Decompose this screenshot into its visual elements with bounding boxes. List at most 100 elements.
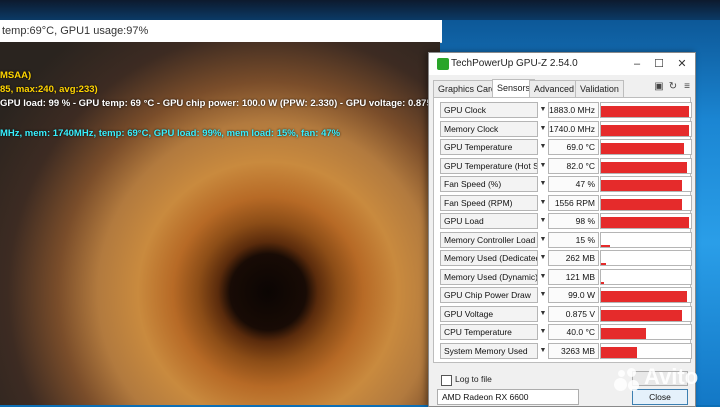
sensor-graph-fill xyxy=(601,281,604,284)
sensor-value: 99.0 W xyxy=(548,287,599,303)
benchmark-window: temp:69°C, GPU1 usage:97% MSAA) 85, max:… xyxy=(0,20,442,405)
sensor-graph xyxy=(600,268,692,285)
refresh-icon[interactable]: ↻ xyxy=(668,82,678,92)
chevron-down-icon[interactable]: ▼ xyxy=(538,287,548,303)
sensor-graph xyxy=(600,157,692,174)
sensor-label[interactable]: GPU Voltage xyxy=(440,305,538,322)
sensor-graph xyxy=(600,250,692,266)
sensor-row: Memory Used (Dedicated) ▼ 262 MB xyxy=(440,250,692,266)
sensor-value: 15 % xyxy=(548,231,599,248)
sensor-label[interactable]: Memory Used (Dedicated) xyxy=(440,250,538,266)
sensor-label[interactable]: Memory Clock xyxy=(440,120,538,137)
sensor-graph-fill xyxy=(601,217,690,228)
sensor-graph-fill xyxy=(601,198,682,210)
chevron-down-icon[interactable]: ▼ xyxy=(538,139,548,155)
chevron-down-icon[interactable]: ▼ xyxy=(538,121,548,137)
chevron-down-icon[interactable]: ▼ xyxy=(538,213,548,229)
sensor-graph-fill xyxy=(601,143,684,154)
menu-icon[interactable]: ≡ xyxy=(682,82,692,92)
sensor-value: 3263 MB xyxy=(548,342,599,359)
sensor-row: System Memory Used ▼ 3263 MB xyxy=(440,342,692,359)
close-icon[interactable]: ✕ xyxy=(670,53,694,75)
chevron-down-icon[interactable]: ▼ xyxy=(538,102,548,118)
gpuz-app-icon xyxy=(437,58,449,70)
chevron-down-icon[interactable]: ▼ xyxy=(538,306,548,322)
sensor-label[interactable]: Fan Speed (%) xyxy=(440,176,538,192)
sensor-row: CPU Temperature ▼ 40.0 °C xyxy=(440,324,692,340)
sensor-row: GPU Temperature ▼ 69.0 °C xyxy=(440,139,692,155)
sensor-graph-fill xyxy=(601,124,690,136)
sensor-graph xyxy=(600,120,692,137)
gpuz-title-bar[interactable]: TechPowerUp GPU-Z 2.54.0 – ☐ ✕ xyxy=(429,53,695,75)
overlay-line-3: GPU load: 99 % - GPU temp: 69 °C - GPU c… xyxy=(0,98,440,109)
sensor-value: 1556 RPM xyxy=(548,194,599,211)
sensor-label[interactable]: Fan Speed (RPM) xyxy=(440,194,538,211)
tab-advanced[interactable]: Advanced xyxy=(529,80,580,97)
sensor-graph xyxy=(600,176,692,192)
sensor-value: 1883.0 MHz xyxy=(548,102,599,118)
sensor-value: 69.0 °C xyxy=(548,139,599,155)
sensor-label[interactable]: CPU Temperature xyxy=(440,324,538,340)
avito-watermark-text: Avito xyxy=(644,364,699,389)
avito-watermark: Avito xyxy=(612,362,712,394)
sensor-row: GPU Voltage ▼ 0.875 V xyxy=(440,305,692,322)
sensor-graph-fill xyxy=(601,309,682,321)
sensor-value: 262 MB xyxy=(548,250,599,266)
tab-graphics-card[interactable]: Graphics Card xyxy=(433,80,502,97)
gpuz-title: TechPowerUp GPU-Z 2.54.0 xyxy=(451,58,578,69)
sensor-graph xyxy=(600,305,692,322)
sensor-value: 121 MB xyxy=(548,268,599,285)
sensor-label[interactable]: System Memory Used xyxy=(440,342,538,359)
sensor-row: GPU Chip Power Draw ▼ 99.0 W xyxy=(440,287,692,303)
tab-validation[interactable]: Validation xyxy=(575,80,624,97)
sensor-label[interactable]: GPU Clock xyxy=(440,102,538,118)
avito-logo-icon xyxy=(612,366,642,392)
sensor-value: 98 % xyxy=(548,213,599,229)
overlay-line-2: 85, max:240, avg:233) xyxy=(0,84,98,95)
sensor-graph xyxy=(600,102,692,118)
chevron-down-icon[interactable]: ▼ xyxy=(538,324,548,340)
sensor-graph xyxy=(600,342,692,359)
sensor-row: Fan Speed (%) ▼ 47 % xyxy=(440,176,692,192)
chevron-down-icon[interactable]: ▼ xyxy=(538,269,548,285)
sensor-label[interactable]: GPU Temperature (Hot Spot) xyxy=(440,157,538,174)
sensor-label[interactable]: GPU Load xyxy=(440,213,538,229)
sensor-label[interactable]: GPU Chip Power Draw xyxy=(440,287,538,303)
sensor-graph-fill xyxy=(601,328,646,339)
sensor-row: GPU Temperature (Hot Spot)▼82.0 °C xyxy=(440,157,692,174)
chevron-down-icon[interactable]: ▼ xyxy=(538,176,548,192)
desktop-top-edge xyxy=(0,0,720,20)
maximize-icon[interactable]: ☐ xyxy=(647,53,671,75)
sensor-label[interactable]: Memory Used (Dynamic) xyxy=(440,268,538,285)
sensor-value: 47 % xyxy=(548,176,599,192)
sensor-graph-fill xyxy=(601,106,690,117)
sensor-graph xyxy=(600,139,692,155)
log-to-file-label: Log to file xyxy=(455,374,492,384)
sensor-graph-fill xyxy=(601,180,682,191)
chevron-down-icon[interactable]: ▼ xyxy=(538,158,548,174)
sensor-graph-fill xyxy=(601,291,687,302)
chevron-down-icon[interactable]: ▼ xyxy=(538,343,548,359)
sensor-row: Memory Controller Load ▼ 15 % xyxy=(440,231,692,248)
sensor-graph-fill xyxy=(601,346,637,358)
sensor-graph-fill xyxy=(601,263,606,265)
gpuz-tab-bar: Graphics Card Sensors Advanced Validatio… xyxy=(433,79,692,98)
chevron-down-icon[interactable]: ▼ xyxy=(538,250,548,266)
gpu-select-dropdown[interactable]: AMD Radeon RX 6600 xyxy=(437,389,579,405)
camera-icon[interactable]: ▣ xyxy=(654,82,664,92)
sensor-graph xyxy=(600,194,692,211)
sensor-row: Memory Clock ▼ 1740.0 MHz xyxy=(440,120,692,137)
sensor-graph-fill xyxy=(601,161,687,173)
chevron-down-icon[interactable]: ▼ xyxy=(538,232,548,248)
sensor-graph xyxy=(600,231,692,248)
sensor-label[interactable]: GPU Temperature xyxy=(440,139,538,155)
sensor-label[interactable]: Memory Controller Load xyxy=(440,231,538,248)
sensor-value: 0.875 V xyxy=(548,305,599,322)
overlay-line-4: MHz, mem: 1740MHz, temp: 69°C, GPU load:… xyxy=(0,128,341,139)
sensor-value: 40.0 °C xyxy=(548,324,599,340)
sensor-graph xyxy=(600,213,692,229)
chevron-down-icon[interactable]: ▼ xyxy=(538,195,548,211)
minimize-icon[interactable]: – xyxy=(625,53,649,75)
benchmark-render-scene: MSAA) 85, max:240, avg:233) GPU load: 99… xyxy=(0,42,440,405)
log-to-file-checkbox[interactable] xyxy=(441,375,452,386)
